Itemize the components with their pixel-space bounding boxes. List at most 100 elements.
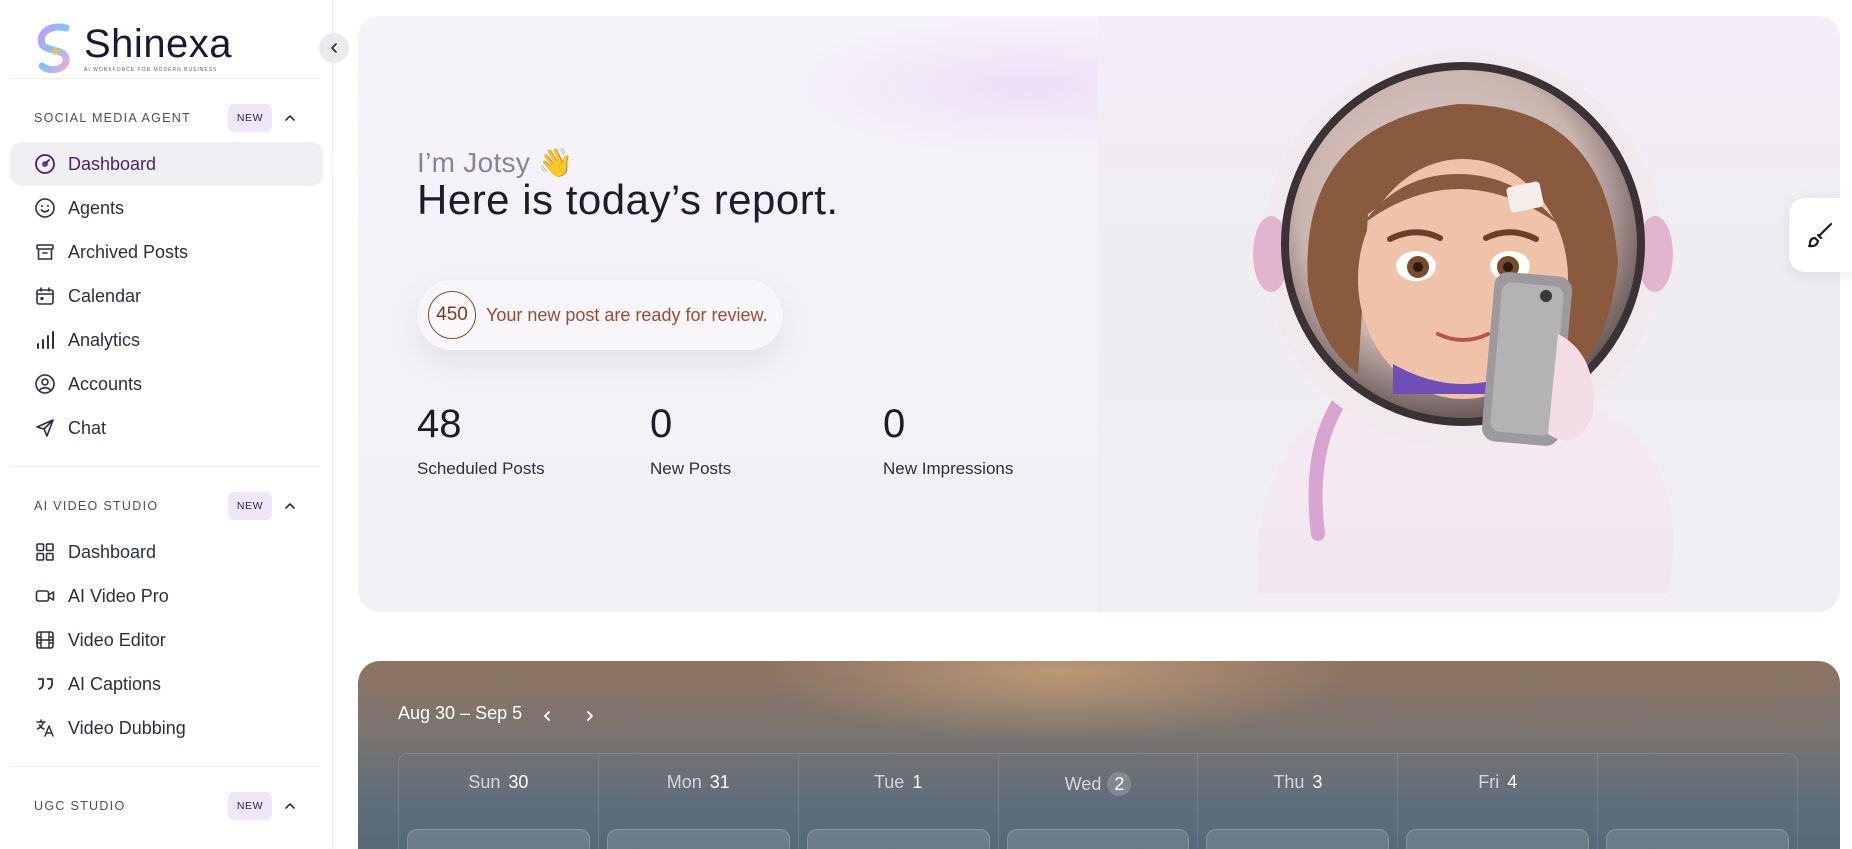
bar-chart-icon — [34, 329, 56, 351]
sidebar-item-ai-video-pro[interactable]: AI Video Pro — [10, 574, 323, 618]
film-icon — [34, 629, 56, 651]
page-title: Here is today’s report. — [417, 176, 839, 223]
day-header: Sun 30 — [399, 772, 598, 793]
sidebar-item-video-dashboard[interactable]: Dashboard — [10, 530, 323, 574]
day-post-card[interactable] — [806, 829, 990, 849]
chevron-left-icon — [544, 711, 550, 721]
new-badge: NEW — [228, 792, 272, 820]
shinexa-logo-icon — [37, 23, 70, 74]
next-week-button[interactable] — [579, 705, 601, 727]
grid-icon — [34, 541, 56, 563]
chevron-left-icon — [331, 43, 337, 53]
section-title: SOCIAL MEDIA AGENT — [34, 111, 191, 125]
user-circle-icon — [34, 373, 56, 395]
calendar-grid: Sun 30 Mon 31 Tue 1 Wed 2 Thu 3 Fri 4 — [398, 753, 1798, 849]
day-post-card[interactable] — [1206, 829, 1390, 849]
section-ai-video-studio[interactable]: AI VIDEO STUDIO NEW — [34, 492, 298, 520]
day-name: Fri — [1478, 772, 1500, 792]
stat-new-impressions: 0 New Impressions — [883, 402, 1013, 479]
day-post-card[interactable] — [1006, 829, 1190, 849]
sidebar-item-label: Accounts — [68, 373, 143, 394]
sidebar-item-calendar[interactable]: Calendar — [10, 274, 323, 318]
waving-hand-icon: 👋 — [538, 147, 574, 178]
sidebar-item-video-dubbing[interactable]: Video Dubbing — [10, 706, 323, 750]
new-badge: NEW — [228, 104, 272, 132]
day-number: 4 — [1507, 772, 1518, 792]
sidebar-item-label: Analytics — [68, 329, 141, 350]
day-number-today: 2 — [1107, 772, 1132, 796]
stat-label: New Posts — [650, 459, 732, 478]
day-header: Wed 2 — [999, 772, 1198, 796]
archive-icon — [34, 241, 56, 263]
greeting: I’m Jotsy 👋 — [417, 146, 573, 179]
sidebar-item-label: AI Captions — [68, 673, 162, 694]
sidebar-item-label: Chat — [68, 417, 107, 438]
sidebar-item-label: Video Dubbing — [68, 717, 186, 738]
sidebar-item-chat[interactable]: Chat — [10, 406, 323, 450]
brand-logo[interactable]: Shinexa AI WORKFORCE FOR MODERN BUSINESS — [34, 22, 232, 74]
calendar-icon — [34, 285, 56, 307]
sidebar-item-archived-posts[interactable]: Archived Posts — [10, 230, 323, 274]
stat-label: New Impressions — [883, 459, 1014, 478]
gauge-icon — [34, 153, 56, 175]
sidebar-item-label: Dashboard — [68, 541, 157, 562]
review-posts-pill[interactable]: 450 Your new post are ready for review. — [417, 280, 783, 350]
sidebar-item-video-editor[interactable]: Video Editor — [10, 618, 323, 662]
day-column-wed[interactable]: Wed 2 — [999, 754, 1199, 849]
sidebar-item-ai-captions[interactable]: AI Captions — [10, 662, 323, 706]
translate-icon — [34, 717, 56, 739]
astronaut-illustration — [1253, 49, 1674, 594]
sidebar-item-dashboard[interactable]: Dashboard — [10, 142, 323, 186]
day-header: Fri 4 — [1398, 772, 1597, 793]
sidebar-item-label: Dashboard — [68, 153, 157, 174]
chevron-up-icon[interactable] — [282, 498, 298, 514]
sidebar-item-label: Agents — [68, 197, 125, 218]
day-number: 3 — [1312, 772, 1323, 792]
day-number: 1 — [912, 772, 923, 792]
day-name: Sun — [468, 772, 501, 792]
day-post-card[interactable] — [606, 829, 790, 849]
sidebar-item-agents[interactable]: Agents — [10, 186, 323, 230]
video-icon — [34, 585, 56, 607]
day-name: Mon — [666, 772, 702, 792]
divider — [10, 766, 320, 767]
sidebar-item-analytics[interactable]: Analytics — [10, 318, 323, 362]
sidebar-item-accounts[interactable]: Accounts — [10, 362, 323, 406]
quote-icon — [34, 673, 56, 695]
section-social-media-agent[interactable]: SOCIAL MEDIA AGENT NEW — [34, 104, 298, 132]
chevron-up-icon[interactable] — [282, 110, 298, 126]
day-name: Thu — [1273, 772, 1305, 792]
app-root: Shinexa AI WORKFORCE FOR MODERN BUSINESS… — [0, 0, 1852, 849]
chevron-up-icon[interactable] — [282, 798, 298, 814]
collapse-sidebar-button[interactable] — [319, 33, 349, 63]
weekly-calendar: Aug 30 – Sep 5 Sun 30 Mon 31 Tue 1 Wed2 — [358, 661, 1840, 849]
smiley-icon — [34, 197, 56, 219]
sidebar-item-label: Video Editor — [68, 629, 166, 650]
send-icon — [34, 417, 56, 439]
calendar-glow — [758, 661, 1358, 741]
day-column-sat[interactable] — [1598, 754, 1797, 849]
day-name: Wed — [1064, 774, 1102, 794]
section-title: AI VIDEO STUDIO — [34, 499, 159, 513]
day-column-sun[interactable]: Sun 30 — [399, 754, 599, 849]
day-column-thu[interactable]: Thu 3 — [1198, 754, 1399, 849]
day-column-tue[interactable]: Tue 1 — [799, 754, 999, 849]
brand-name: Shinexa — [84, 22, 233, 66]
day-header — [1598, 772, 1797, 793]
day-post-card[interactable] — [407, 829, 590, 849]
stat-scheduled-posts: 48 Scheduled Posts — [417, 402, 545, 479]
previous-week-button[interactable] — [536, 705, 558, 727]
day-header: Mon 31 — [599, 772, 798, 793]
divider — [10, 466, 320, 467]
stat-new-posts: 0 New Posts — [650, 402, 731, 479]
section-ugc-studio[interactable]: UGC STUDIO NEW — [34, 792, 298, 820]
day-column-fri[interactable]: Fri 4 — [1398, 754, 1599, 849]
day-post-card[interactable] — [1406, 829, 1590, 849]
day-column-mon[interactable]: Mon 31 — [599, 754, 799, 849]
greeting-text: I’m Jotsy — [417, 147, 531, 178]
day-post-card[interactable] — [1606, 829, 1790, 849]
theme-customizer-button[interactable] — [1789, 198, 1852, 272]
new-badge: NEW — [228, 492, 272, 520]
review-message: Your new post are ready for review. — [486, 304, 768, 325]
day-header: Tue 1 — [799, 772, 998, 793]
